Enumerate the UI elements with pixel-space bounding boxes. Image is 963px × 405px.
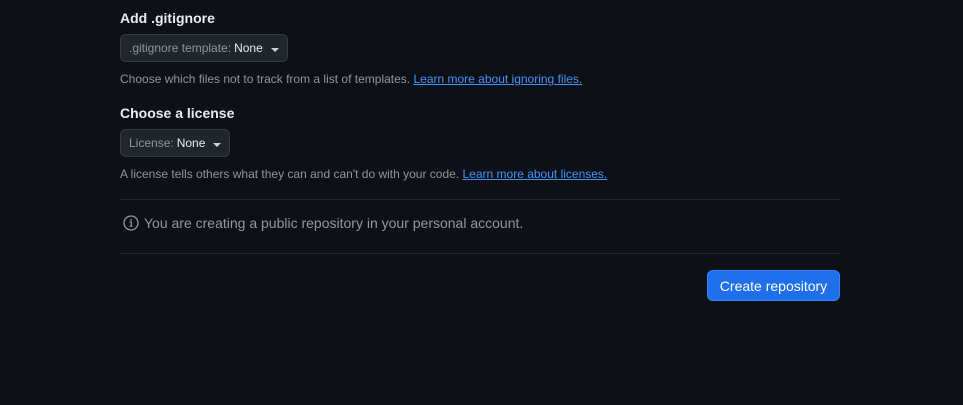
license-note-text: A license tells others what they can and… (120, 167, 463, 181)
divider (120, 199, 840, 200)
gitignore-note: Choose which files not to track from a l… (120, 71, 840, 87)
gitignore-section: Add .gitignore .gitignore template: None… (120, 8, 840, 87)
gitignore-select-prefix: .gitignore template: (129, 41, 232, 55)
create-repository-button[interactable]: Create repository (707, 270, 840, 301)
chevron-down-icon (270, 47, 279, 52)
visibility-info: You are creating a public repository in … (123, 215, 523, 231)
divider (120, 253, 840, 254)
gitignore-template-select[interactable]: .gitignore template: None (120, 34, 288, 62)
gitignore-title: Add .gitignore (120, 10, 215, 26)
license-select[interactable]: License: None (120, 129, 231, 157)
license-select-value: None (176, 136, 206, 150)
gitignore-note-text: Choose which files not to track from a l… (120, 72, 414, 86)
license-select-prefix: License: (129, 136, 174, 150)
info-icon (123, 215, 139, 231)
license-title: Choose a license (120, 105, 235, 121)
gitignore-learn-more-link[interactable]: Learn more about ignoring files. (413, 72, 582, 86)
license-note: A license tells others what they can and… (120, 166, 840, 182)
license-section: Choose a license License: None A license… (120, 103, 840, 182)
gitignore-select-value: None (234, 41, 263, 55)
chevron-down-icon (213, 142, 222, 147)
visibility-info-text: You are creating a public repository in … (144, 215, 524, 231)
license-learn-more-link[interactable]: Learn more about licenses. (463, 167, 608, 181)
